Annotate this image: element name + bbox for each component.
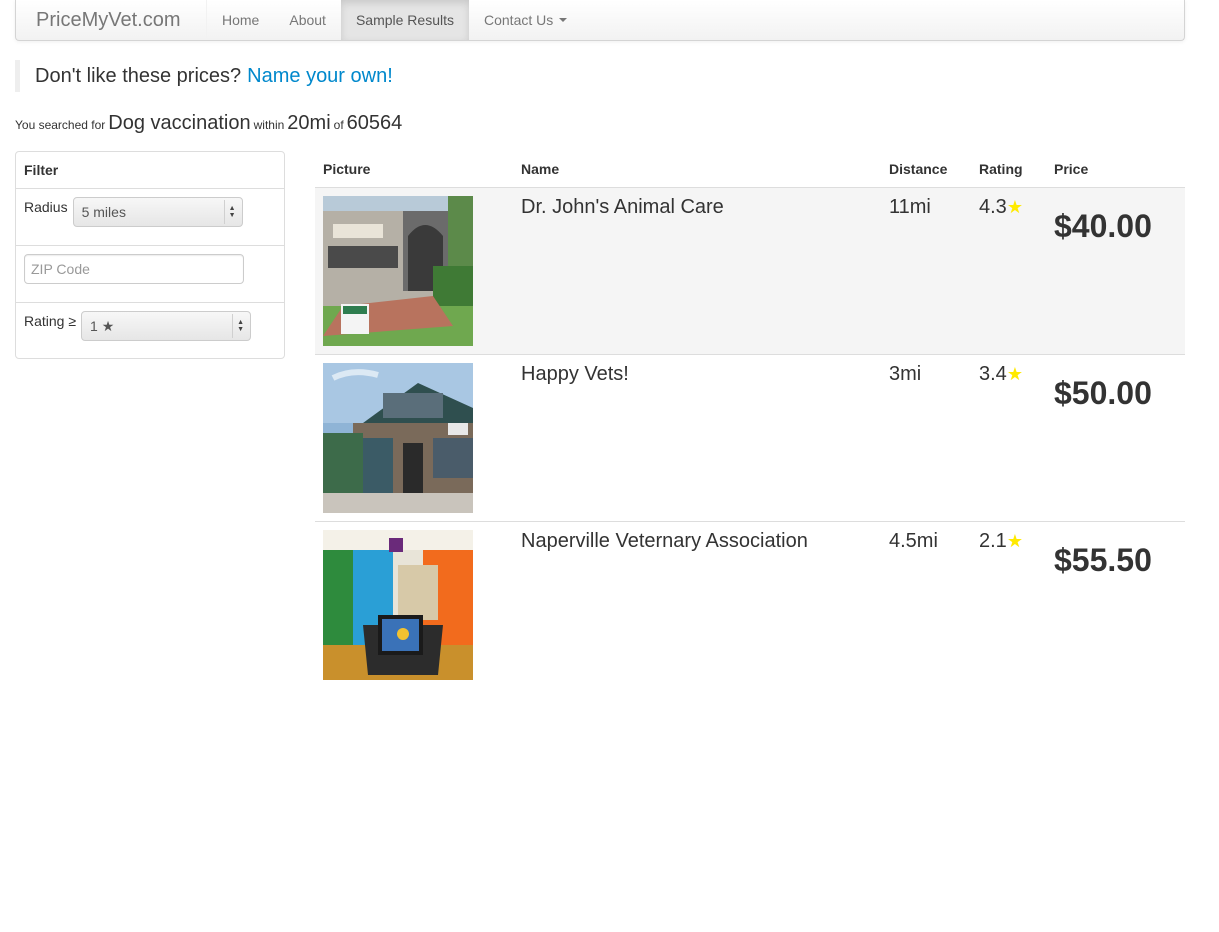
clinic-rating: 3.4★ — [971, 355, 1046, 521]
table-header: Picture Name Distance Rating Price — [315, 151, 1185, 188]
rating-select[interactable]: 1 ★ ▲ ▼ — [81, 311, 252, 341]
clinic-name[interactable]: Naperville Veternary Association — [513, 522, 881, 689]
header-name: Name — [521, 161, 560, 177]
summary-of-label: of — [333, 118, 344, 132]
table-row[interactable]: Naperville Veternary Association 4.5mi 2… — [315, 522, 1185, 689]
nav-item-contact-us[interactable]: Contact Us — [469, 0, 582, 40]
caret-down-icon — [559, 18, 568, 22]
zip-code-input[interactable] — [24, 254, 244, 284]
name-your-own-link[interactable]: Name your own! — [247, 65, 393, 88]
picture-cell — [315, 355, 513, 521]
nav-item-sample-results[interactable]: Sample Results — [340, 0, 469, 40]
clinic-rating: 2.1★ — [971, 522, 1046, 689]
nav-item-home[interactable]: Home — [207, 0, 274, 40]
header-picture: Picture — [323, 161, 371, 177]
table-row[interactable]: Dr. John's Animal Care 11mi 4.3★ $40.00 — [315, 188, 1185, 355]
clinic-distance: 3mi — [889, 363, 922, 385]
header-distance: Distance — [889, 161, 948, 177]
rating-value: 2.1 — [979, 530, 1007, 552]
clinic-name[interactable]: Happy Vets! — [513, 355, 881, 521]
rating-select-value: 1 ★ — [90, 317, 115, 334]
radius-select-value: 5 miles — [81, 204, 126, 220]
summary-query: Dog vaccination — [108, 112, 251, 134]
star-icon: ★ — [1006, 531, 1023, 551]
filter-title: Filter — [16, 152, 284, 189]
select-arrows-icon: ▲ ▼ — [232, 314, 248, 338]
results-table: Picture Name Distance Rating Price Dr. J… — [315, 151, 1185, 689]
filter-panel: Filter Radius 5 miles ▲▼ Rating ≥ 1 ★ ▲▼ — [15, 151, 285, 359]
header-rating: Rating — [979, 161, 1023, 177]
clinic-photo[interactable] — [323, 530, 473, 680]
zip-filter-row — [16, 246, 284, 303]
radius-label: Radius — [24, 199, 68, 215]
clinic-photo[interactable] — [323, 196, 473, 346]
star-icon: ★ — [1006, 364, 1023, 384]
summary-radius: 20mi — [287, 112, 331, 134]
clinic-price: $50.00 — [1054, 375, 1152, 411]
radius-select[interactable]: 5 miles ▲ ▼ — [72, 197, 243, 227]
table-row[interactable]: Happy Vets! 3mi 3.4★ $50.00 — [315, 355, 1185, 522]
clinic-distance: 4.5mi — [889, 530, 938, 552]
clinic-price: $40.00 — [1054, 208, 1152, 244]
summary-zip: 60564 — [346, 112, 403, 134]
clinic-distance: 11mi — [889, 196, 931, 218]
nav-menu: Home About Sample Results Contact Us — [207, 0, 582, 40]
rating-label: Rating ≥ — [24, 313, 77, 329]
rating-filter-row: Rating ≥ 1 ★ ▲ ▼ — [16, 303, 284, 358]
select-arrows-icon: ▲ ▼ — [223, 200, 240, 224]
top-navbar: PriceMyVet.com Home About Sample Results… — [15, 0, 1185, 41]
radius-filter-row: Radius 5 miles ▲ ▼ — [16, 189, 284, 246]
star-icon: ★ — [1006, 197, 1023, 217]
nav-item-about[interactable]: About — [274, 0, 341, 40]
rating-value: 4.3 — [979, 196, 1007, 218]
header-price: Price — [1054, 161, 1089, 177]
clinic-photo[interactable] — [323, 363, 473, 513]
callout-text: Don't like these prices? — [35, 64, 242, 87]
clinic-rating: 4.3★ — [971, 188, 1046, 354]
summary-prefix: You searched for — [15, 118, 106, 132]
picture-cell — [315, 188, 513, 354]
rating-value: 3.4 — [979, 363, 1007, 385]
picture-cell — [315, 522, 513, 689]
name-your-price-callout: Don't like these prices? Name your own! — [15, 60, 393, 92]
brand-logo[interactable]: PriceMyVet.com — [16, 0, 206, 40]
clinic-price: $55.50 — [1054, 542, 1152, 578]
search-summary: You searched for Dog vaccination within … — [15, 112, 405, 142]
summary-within-label: within — [253, 118, 285, 132]
clinic-name[interactable]: Dr. John's Animal Care — [513, 188, 881, 354]
nav-item-contact-label: Contact Us — [484, 12, 554, 28]
